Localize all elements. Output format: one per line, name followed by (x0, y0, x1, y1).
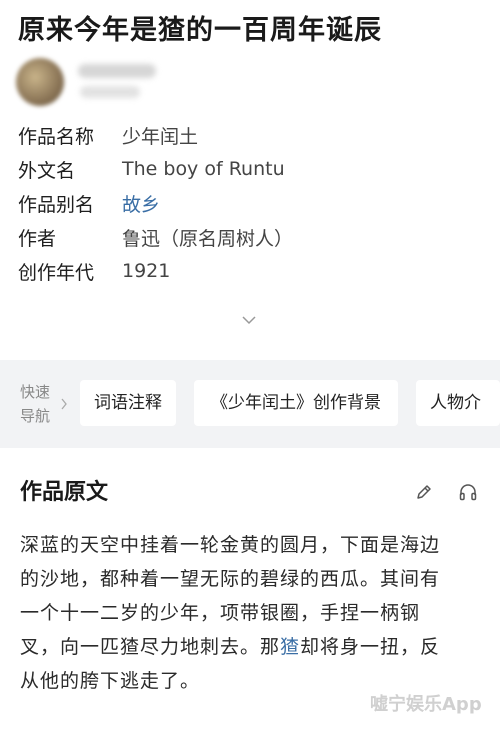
author-row[interactable] (16, 58, 316, 108)
article-text: 深蓝的天空中挂着一轮金黄的圆月，下面是海边 的沙地，都种着一望无际的碧绿的西瓜。… (20, 528, 484, 698)
info-row-title: 作品名称 少年闰土 (18, 118, 488, 152)
quick-nav-bar: 快速 导航 词语注释 《少年闰土》创作背景 人物介 (0, 360, 500, 448)
edit-pencil-icon[interactable] (414, 482, 434, 502)
info-row-author: 作者 鲁迅（原名周树人） (18, 220, 488, 254)
chevron-right-icon (61, 398, 67, 410)
alias-link[interactable]: 故乡 (122, 190, 160, 217)
info-key: 作者 (18, 227, 57, 250)
quick-nav-background[interactable]: 《少年闰土》创作背景 (194, 380, 398, 426)
text-line: 深蓝的天空中挂着一轮金黄的圆月，下面是海边 (20, 534, 441, 556)
info-row-alias: 作品别名 故乡 (18, 186, 488, 220)
info-value: 鲁迅（原名周树人） (122, 227, 294, 250)
info-value: 1921 (122, 260, 171, 282)
headline: 原来今年是猹的一百周年诞辰 (18, 15, 382, 46)
info-row-year: 创作年代 1921 (18, 254, 488, 288)
info-key: 创作年代 (18, 261, 95, 284)
info-value: 少年闰土 (122, 125, 199, 148)
info-table: 作品名称 少年闰土 外文名 The boy of Runtu 作品别名 故乡 作… (18, 118, 488, 288)
info-value: The boy of Runtu (122, 158, 285, 180)
watermark: 嘘宁娱乐App (370, 694, 482, 715)
text-line: 的沙地，都种着一望无际的碧绿的西瓜。其间有 (20, 568, 441, 590)
text-line: 叉，向一匹猹尽力地刺去。那猹却将身一扭，反 (20, 636, 441, 658)
headphones-icon[interactable] (458, 482, 478, 502)
page: 原来今年是猹的一百周年诞辰 作品名称 少年闰土 外文名 The boy of R… (0, 0, 500, 737)
info-key: 作品别名 (18, 193, 95, 216)
info-key: 外文名 (18, 159, 76, 182)
blurred-author-subtitle (80, 86, 140, 98)
text-line: 一个十一二岁的少年，项带银圈，手捏一柄钢 (20, 602, 421, 624)
quick-nav-label: 快速 导航 (20, 383, 51, 425)
avatar[interactable] (16, 58, 64, 106)
section-title: 作品原文 (20, 480, 109, 505)
quick-nav-vocab[interactable]: 词语注释 (80, 380, 176, 426)
info-row-foreign-name: 外文名 The boy of Runtu (18, 152, 488, 186)
blurred-author-name (78, 64, 156, 78)
quick-nav-characters[interactable]: 人物介 (416, 380, 500, 426)
chevron-down-icon[interactable] (241, 314, 257, 326)
cha-link[interactable]: 猹 (280, 636, 300, 658)
info-key: 作品名称 (18, 125, 95, 148)
